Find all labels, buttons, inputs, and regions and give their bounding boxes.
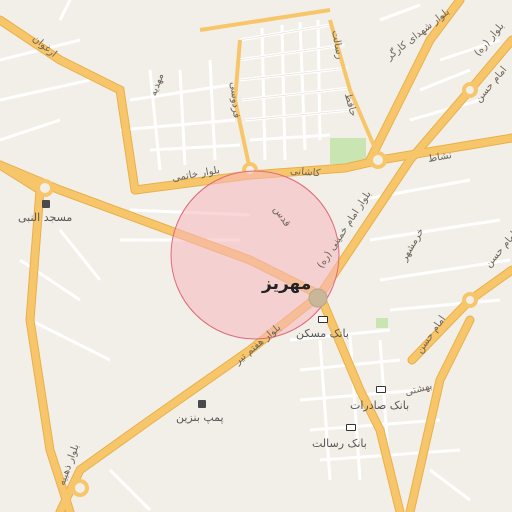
bank-icon[interactable] bbox=[376, 386, 386, 393]
fuel-pump-icon[interactable] bbox=[198, 400, 206, 408]
bank-icon[interactable] bbox=[318, 316, 328, 323]
poi-label-bank-maskan[interactable]: بانک مسکن bbox=[296, 328, 349, 339]
poi-label-bank-resalat[interactable]: بانک رسالت bbox=[312, 438, 367, 449]
mosque-icon[interactable] bbox=[42, 200, 50, 208]
city-center-marker bbox=[308, 288, 328, 308]
map-view[interactable]: ارغوان مهدیه بلوار خاتمی فردوسی رسالت حا… bbox=[0, 0, 512, 512]
city-label: مهریز bbox=[262, 274, 312, 294]
poi-label-pump[interactable]: پمپ بنزین bbox=[176, 412, 224, 423]
poi-label-masjed[interactable]: مسجد النبی bbox=[18, 212, 72, 223]
map-canvas bbox=[0, 0, 512, 512]
road-label-ferdowsi: فردوسی bbox=[227, 81, 242, 119]
poi-label-bank-saderat[interactable]: بانک صادرات bbox=[350, 400, 409, 411]
bank-icon[interactable] bbox=[346, 424, 356, 431]
highlight-circle bbox=[170, 170, 340, 340]
park-area-small bbox=[376, 318, 388, 328]
